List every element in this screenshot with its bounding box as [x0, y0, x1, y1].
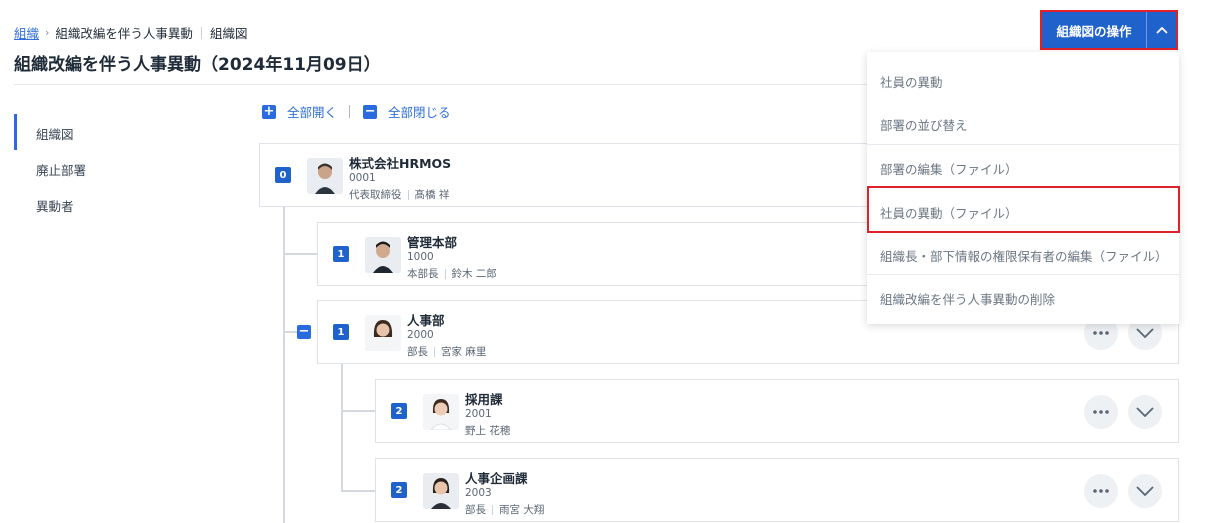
tree-controls: + 全部開く − 全部閉じる [262, 102, 451, 121]
manager-name[interactable]: 宮家 麻里 [441, 344, 486, 359]
more-actions-button[interactable] [1084, 395, 1118, 429]
breadcrumb-view: 組織図 [209, 26, 248, 41]
manager-name[interactable]: 鈴木 二郎 [452, 266, 497, 281]
unit-code: 2003 [465, 487, 492, 499]
collapse-node-icon[interactable]: − [297, 325, 311, 339]
org-unit-card[interactable]: 2 人事企画課 2003 部長 雨宮 大翔 [375, 458, 1179, 522]
divider [434, 346, 435, 357]
unit-name[interactable]: 採用課 [465, 389, 503, 408]
unit-name[interactable]: 人事部 [407, 310, 445, 329]
unit-manager: 野上 花穂 [465, 423, 510, 438]
avatar [307, 158, 343, 194]
manager-title: 代表取締役 [349, 189, 402, 201]
manager-title: 部長 [465, 504, 486, 516]
manager-name[interactable]: 髙橋 祥 [415, 187, 450, 202]
expand-unit-button[interactable] [1128, 395, 1162, 429]
tree-connector [341, 490, 376, 492]
unit-code: 1000 [407, 251, 434, 263]
breadcrumb: 組織 › 組織改編を伴う人事異動 組織図 [14, 23, 247, 42]
breadcrumb-link-organization[interactable]: 組織 [14, 23, 39, 42]
ellipsis-icon [1093, 331, 1109, 335]
tree-connector [283, 253, 318, 255]
menu-item-employee-transfer[interactable]: 社員の異動 [880, 72, 943, 91]
unit-manager: 本部長 鈴木 二郎 [407, 266, 497, 281]
breadcrumb-divider [200, 26, 202, 39]
collapse-all-button[interactable]: 全部閉じる [388, 102, 451, 121]
divider [407, 189, 409, 200]
breadcrumb-current: 組織改編を伴う人事異動 [55, 26, 193, 41]
level-badge: 1 [333, 324, 349, 340]
manager-title: 本部長 [407, 268, 439, 280]
menu-item-edit-departments-file[interactable]: 部署の編集（ファイル） [880, 159, 1018, 178]
chevron-down-icon [1136, 407, 1154, 417]
org-unit-card[interactable]: 2 採用課 2001 野上 花穂 [375, 379, 1179, 443]
manager-name[interactable]: 野上 花穂 [465, 423, 510, 438]
sidebar-item-transferees[interactable]: 異動者 [36, 196, 74, 215]
sidebar-item-org-chart[interactable]: 組織図 [36, 124, 74, 143]
unit-code: 0001 [349, 172, 376, 184]
unit-name[interactable]: 管理本部 [407, 232, 457, 251]
tree-connector [341, 364, 343, 492]
avatar [365, 315, 401, 351]
menu-item-edit-permissions-file[interactable]: 組織長・部下情報の権限保有者の編集（ファイル） [880, 246, 1168, 265]
chevron-right-icon: › [45, 26, 50, 39]
sidebar-item-abolished-departments[interactable]: 廃止部署 [36, 160, 86, 179]
manager-title: 部長 [407, 346, 428, 358]
level-badge: 0 [275, 167, 291, 183]
level-badge: 1 [333, 246, 349, 262]
unit-code: 2000 [407, 329, 434, 341]
avatar [423, 394, 459, 430]
unit-manager: 部長 雨宮 大翔 [465, 502, 544, 517]
ellipsis-icon [1093, 489, 1109, 493]
org-unit-card[interactable]: 0 株式会社HRMOS 0001 代表取締役 髙橋 祥 [259, 143, 883, 207]
menu-divider [867, 274, 1179, 275]
unit-name[interactable]: 人事企画課 [465, 468, 528, 487]
chevron-down-icon [1136, 486, 1154, 496]
chevron-down-icon [1136, 328, 1154, 338]
divider [492, 504, 493, 515]
unit-manager: 部長 宮家 麻里 [407, 344, 486, 359]
highlight-outline [1040, 10, 1178, 50]
manager-name[interactable]: 雨宮 大翔 [499, 502, 544, 517]
unit-manager: 代表取締役 髙橋 祥 [349, 187, 449, 202]
divider [444, 268, 446, 279]
menu-item-delete-reorganization[interactable]: 組織改編を伴う人事異動の削除 [880, 289, 1055, 308]
expand-unit-button[interactable] [1128, 474, 1162, 508]
title-divider [14, 84, 880, 85]
avatar [365, 237, 401, 273]
minus-square-icon[interactable]: − [363, 104, 378, 119]
org-unit-card[interactable]: 1 管理本部 1000 本部長 鈴木 二郎 [317, 222, 883, 286]
avatar [423, 473, 459, 509]
page-title: 組織改編を伴う人事異動（2024年11月09日） [14, 55, 381, 75]
more-actions-button[interactable] [1084, 474, 1118, 508]
level-badge: 2 [391, 403, 407, 419]
menu-divider [867, 144, 1179, 145]
tree-connector [341, 410, 376, 412]
unit-name[interactable]: 株式会社HRMOS [349, 153, 451, 172]
controls-divider [349, 105, 351, 118]
expand-all-button[interactable]: 全部開く [287, 102, 337, 121]
unit-code: 2001 [465, 408, 492, 420]
plus-square-icon[interactable]: + [262, 104, 276, 119]
menu-item-reorder-departments[interactable]: 部署の並び替え [880, 115, 968, 134]
ellipsis-icon [1093, 410, 1109, 414]
sidebar-active-indicator [14, 114, 17, 150]
highlight-outline [867, 186, 1180, 233]
tree-connector [283, 331, 297, 333]
level-badge: 2 [391, 482, 407, 498]
